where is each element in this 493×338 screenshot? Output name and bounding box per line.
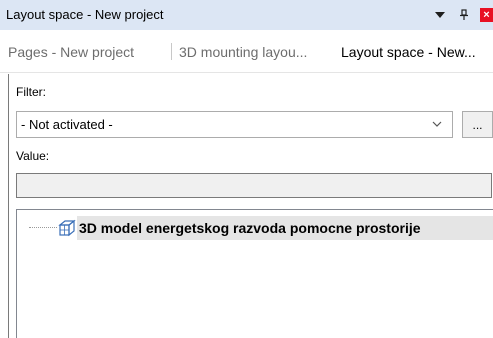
tree-item[interactable]: 3D model energetskog razvoda pomocne pro…: [17, 214, 493, 242]
tree-item-label: 3D model energetskog razvoda pomocne pro…: [77, 216, 493, 240]
tab-3d-mounting-layout[interactable]: 3D mounting layou...: [179, 31, 329, 72]
tab-label: Pages - New project: [8, 43, 135, 60]
tab-label: Layout space - New...: [341, 43, 476, 60]
layout-space-tree: 3D model energetskog razvoda pomocne pro…: [16, 209, 493, 338]
filter-more-button[interactable]: ...: [462, 111, 493, 138]
filter-selected-value: - Not activated -: [21, 117, 113, 132]
panel-dropdown-button[interactable]: [432, 6, 448, 24]
value-field[interactable]: [16, 173, 492, 198]
pin-icon: [460, 9, 468, 20]
more-button-label: ...: [472, 117, 483, 132]
close-button[interactable]: ×: [480, 6, 493, 24]
panel-titlebar: Layout space - New project ×: [0, 0, 493, 30]
tab-pages[interactable]: Pages - New project: [8, 31, 158, 72]
tree-connector: [29, 227, 57, 228]
close-icon: ×: [480, 8, 493, 22]
chevron-down-icon: [432, 121, 442, 127]
filter-label: Filter:: [16, 85, 46, 99]
tab-separator: [171, 43, 172, 60]
filter-select[interactable]: - Not activated -: [16, 111, 453, 138]
tab-layout-space[interactable]: Layout space - New...: [341, 31, 493, 72]
chevron-down-icon: [435, 12, 445, 18]
pin-button[interactable]: [456, 6, 472, 24]
panel-left-border: [8, 74, 9, 338]
3d-layout-space-icon: [58, 219, 76, 237]
value-label: Value:: [16, 149, 50, 163]
panel-title: Layout space - New project: [6, 7, 164, 22]
tab-bar: Pages - New project 3D mounting layou...…: [0, 31, 493, 73]
tab-label: 3D mounting layou...: [179, 43, 308, 60]
